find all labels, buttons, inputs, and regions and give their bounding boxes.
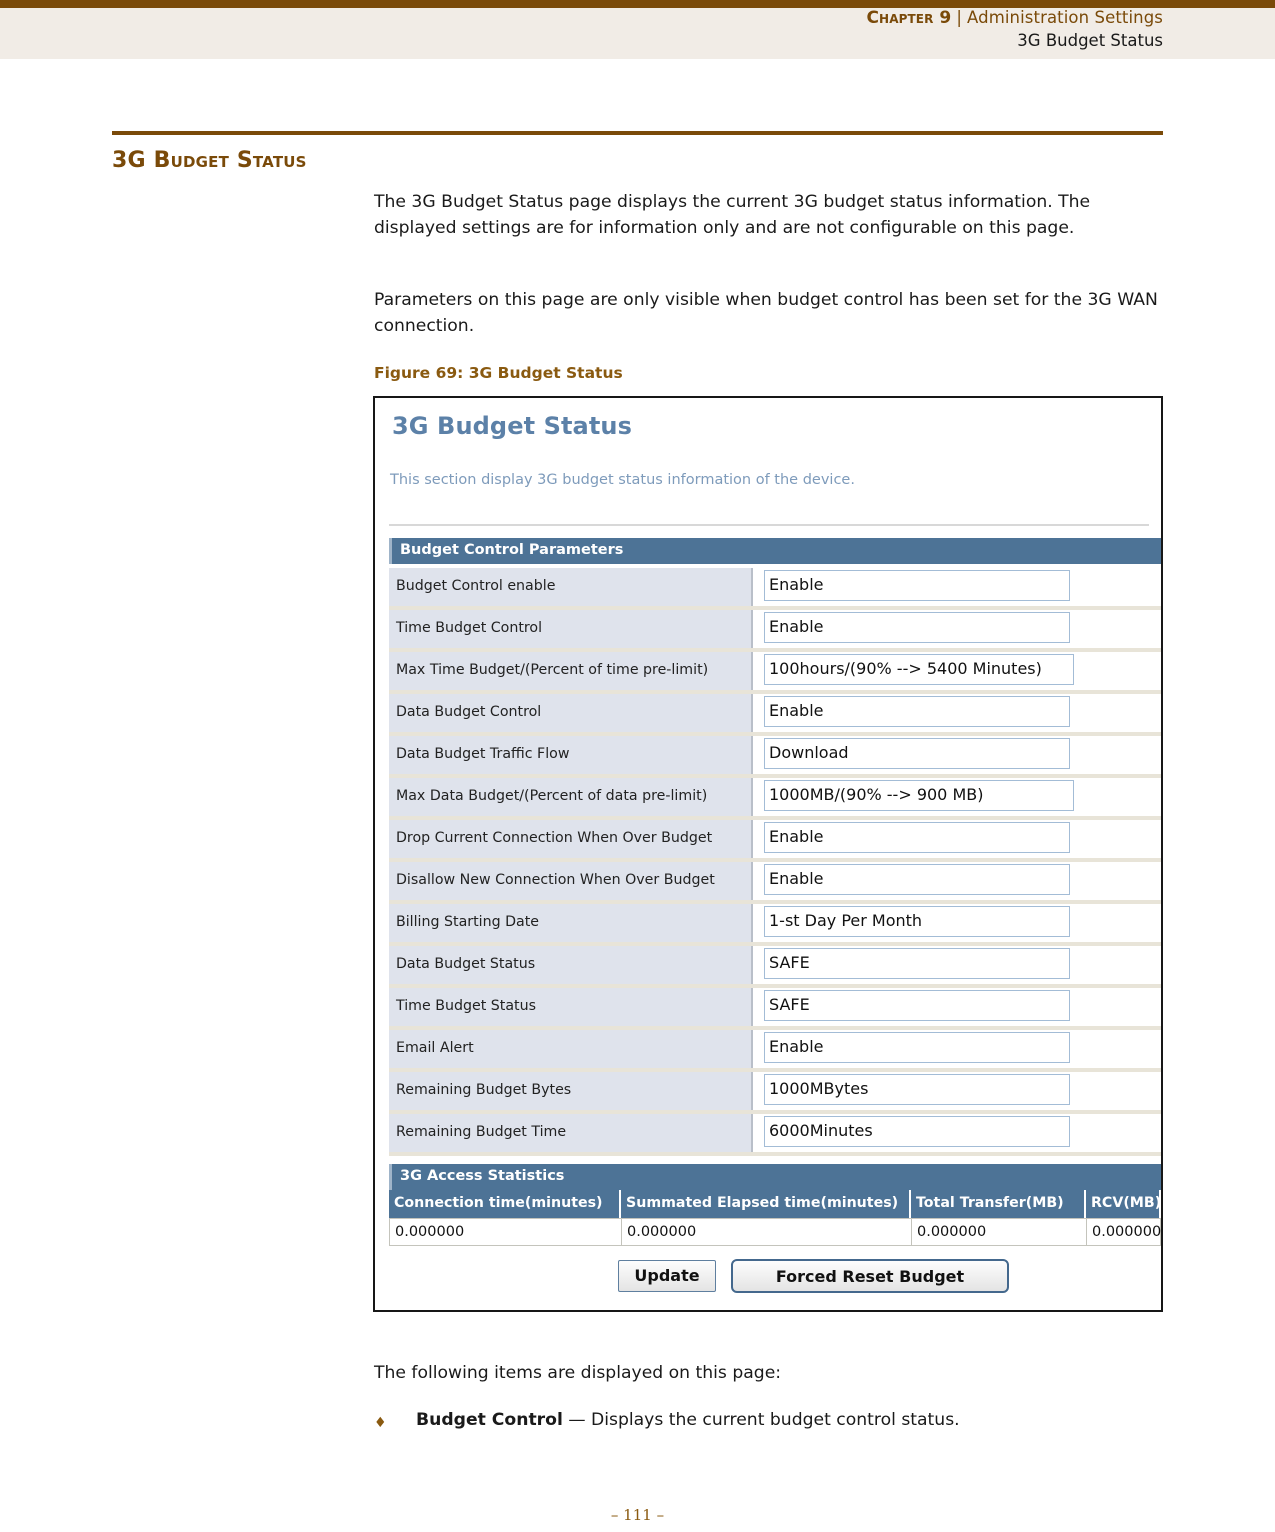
- parameter-value-field[interactable]: 1000MBytes: [764, 1074, 1070, 1105]
- parameter-label: Data Budget Control: [389, 694, 753, 732]
- parameter-label: Time Budget Status: [389, 988, 753, 1026]
- parameter-value-cell: 6000Minutes: [755, 1114, 1161, 1152]
- parameter-row: Remaining Budget Bytes 1000MBytes: [389, 1072, 1161, 1114]
- budget-control-parameters-header: Budget Control Parameters: [389, 538, 1161, 564]
- parameter-row: Budget Control enable Enable: [389, 568, 1161, 610]
- parameter-value-field[interactable]: Download: [764, 738, 1070, 769]
- parameter-value-field[interactable]: Enable: [764, 822, 1070, 853]
- parameter-row: Data Budget Status SAFE: [389, 946, 1161, 988]
- forced-reset-budget-button[interactable]: Forced Reset Budget: [731, 1259, 1009, 1293]
- page-title: 3G Budget Status: [112, 148, 307, 173]
- parameter-row: Max Data Budget/(Percent of data pre-lim…: [389, 778, 1161, 820]
- chapter-title: Administration Settings: [967, 8, 1163, 27]
- ui-divider: [389, 524, 1149, 526]
- figure-caption: Figure 69: 3G Budget Status: [374, 364, 623, 382]
- parameter-row: Disallow New Connection When Over Budget…: [389, 862, 1161, 904]
- parameter-value-cell: 100hours/(90% --> 5400 Minutes): [755, 652, 1161, 690]
- parameter-row: Data Budget Control Enable: [389, 694, 1161, 736]
- parameter-value-cell: 1000MBytes: [755, 1072, 1161, 1110]
- bullet-item-text: Budget Control — Displays the current bu…: [416, 1408, 1164, 1433]
- parameter-label: Email Alert: [389, 1030, 753, 1068]
- parameter-label: Time Budget Control: [389, 610, 753, 648]
- parameter-value-cell: Enable: [755, 694, 1161, 732]
- parameter-label: Data Budget Status: [389, 946, 753, 984]
- page-footer: – 111 –: [610, 1506, 665, 1524]
- bullet-description: Displays the current budget control stat…: [590, 1410, 960, 1430]
- ui-page-title: 3G Budget Status: [392, 412, 632, 440]
- section-heading-rule: [112, 131, 1163, 135]
- ui-page-subtitle: This section display 3G budget status in…: [390, 472, 855, 488]
- statistics-value-cell: 0.000000: [622, 1219, 912, 1245]
- parameter-label: Drop Current Connection When Over Budget: [389, 820, 753, 858]
- parameter-label: Max Time Budget/(Percent of time pre-lim…: [389, 652, 753, 690]
- statistics-value-cell: 0.000000: [390, 1219, 622, 1245]
- parameter-row: Remaining Budget Time 6000Minutes: [389, 1114, 1161, 1156]
- parameter-value-field[interactable]: Enable: [764, 864, 1070, 895]
- statistics-column-header: Summated Elapsed time(minutes): [621, 1190, 911, 1218]
- parameter-value-field[interactable]: Enable: [764, 696, 1070, 727]
- statistics-table-header-row: Connection time(minutes) Summated Elapsed…: [389, 1190, 1161, 1218]
- parameter-value-cell: SAFE: [755, 946, 1161, 984]
- header-separator: |: [956, 8, 963, 27]
- parameter-label: Remaining Budget Bytes: [389, 1072, 753, 1110]
- parameter-row: Time Budget Control Enable: [389, 610, 1161, 652]
- parameter-value-field[interactable]: 1000MB/(90% --> 900 MB): [764, 780, 1074, 811]
- list-item: ♦ Budget Control — Displays the current …: [374, 1408, 1164, 1433]
- parameter-label: Billing Starting Date: [389, 904, 753, 942]
- items-intro-paragraph: The following items are displayed on thi…: [374, 1363, 782, 1383]
- bullet-dash: —: [568, 1410, 586, 1430]
- statistics-value-cell: 0.000000: [1092, 1224, 1162, 1240]
- statistics-column-header: RCV(MB): [1086, 1190, 1161, 1218]
- parameter-row: Data Budget Traffic Flow Download: [389, 736, 1161, 778]
- intro-paragraph-1: The 3G Budget Status page displays the c…: [374, 192, 1091, 238]
- parameter-value-cell: Enable: [755, 568, 1161, 606]
- statistics-column-header: Connection time(minutes): [389, 1190, 621, 1218]
- parameter-value-cell: Enable: [755, 862, 1161, 900]
- bullet-term: Budget Control: [416, 1410, 563, 1430]
- running-header-line-1: Chapter 9 | Administration Settings: [866, 8, 1163, 28]
- parameter-row: Drop Current Connection When Over Budget…: [389, 820, 1161, 862]
- parameter-row: Email Alert Enable: [389, 1030, 1161, 1072]
- parameter-label: Budget Control enable: [389, 568, 753, 606]
- parameter-value-cell: 1000MB/(90% --> 900 MB): [755, 778, 1161, 816]
- row-separator: [389, 1152, 1161, 1156]
- parameter-value-cell: Download: [755, 736, 1161, 774]
- parameter-value-field[interactable]: SAFE: [764, 948, 1070, 979]
- parameter-value-field[interactable]: SAFE: [764, 990, 1070, 1021]
- figure-3g-budget-status: 3G Budget Status This section display 3G…: [373, 396, 1163, 1312]
- parameter-label: Max Data Budget/(Percent of data pre-lim…: [389, 778, 753, 816]
- parameter-value-cell: 1-st Day Per Month: [755, 904, 1161, 942]
- parameter-label: Remaining Budget Time: [389, 1114, 753, 1152]
- chapter-label: Chapter 9: [866, 8, 952, 28]
- parameter-value-field[interactable]: Enable: [764, 612, 1070, 643]
- parameter-value-field[interactable]: 100hours/(90% --> 5400 Minutes): [764, 654, 1074, 685]
- parameter-value-cell: SAFE: [755, 988, 1161, 1026]
- parameter-value-field[interactable]: Enable: [764, 1032, 1070, 1063]
- statistics-column-header: Total Transfer(MB): [911, 1190, 1086, 1218]
- parameter-value-cell: Enable: [755, 820, 1161, 858]
- parameter-value-field[interactable]: 6000Minutes: [764, 1116, 1070, 1147]
- page-top-rule: [0, 0, 1275, 8]
- running-header-section-title: 3G Budget Status: [1017, 31, 1163, 50]
- access-statistics-header: 3G Access Statistics: [389, 1164, 1161, 1190]
- parameter-row: Billing Starting Date 1-st Day Per Month: [389, 904, 1161, 946]
- parameter-value-cell: Enable: [755, 1030, 1161, 1068]
- parameter-label: Data Budget Traffic Flow: [389, 736, 753, 774]
- intro-paragraph-2: Parameters on this page are only visible…: [374, 290, 1158, 336]
- update-button[interactable]: Update: [618, 1260, 716, 1292]
- parameter-label: Disallow New Connection When Over Budget: [389, 862, 753, 900]
- parameter-value-cell: Enable: [755, 610, 1161, 648]
- statistics-value-cell: 0.000000: [912, 1219, 1087, 1245]
- parameter-row: Time Budget Status SAFE: [389, 988, 1161, 1030]
- parameter-row: Max Time Budget/(Percent of time pre-lim…: [389, 652, 1161, 694]
- bullet-diamond-icon: ♦: [374, 1415, 387, 1431]
- parameter-value-field[interactable]: Enable: [764, 570, 1070, 601]
- parameter-value-field[interactable]: 1-st Day Per Month: [764, 906, 1070, 937]
- statistics-table-data-row: 0.000000 0.000000 0.000000 0.000000: [389, 1218, 1161, 1246]
